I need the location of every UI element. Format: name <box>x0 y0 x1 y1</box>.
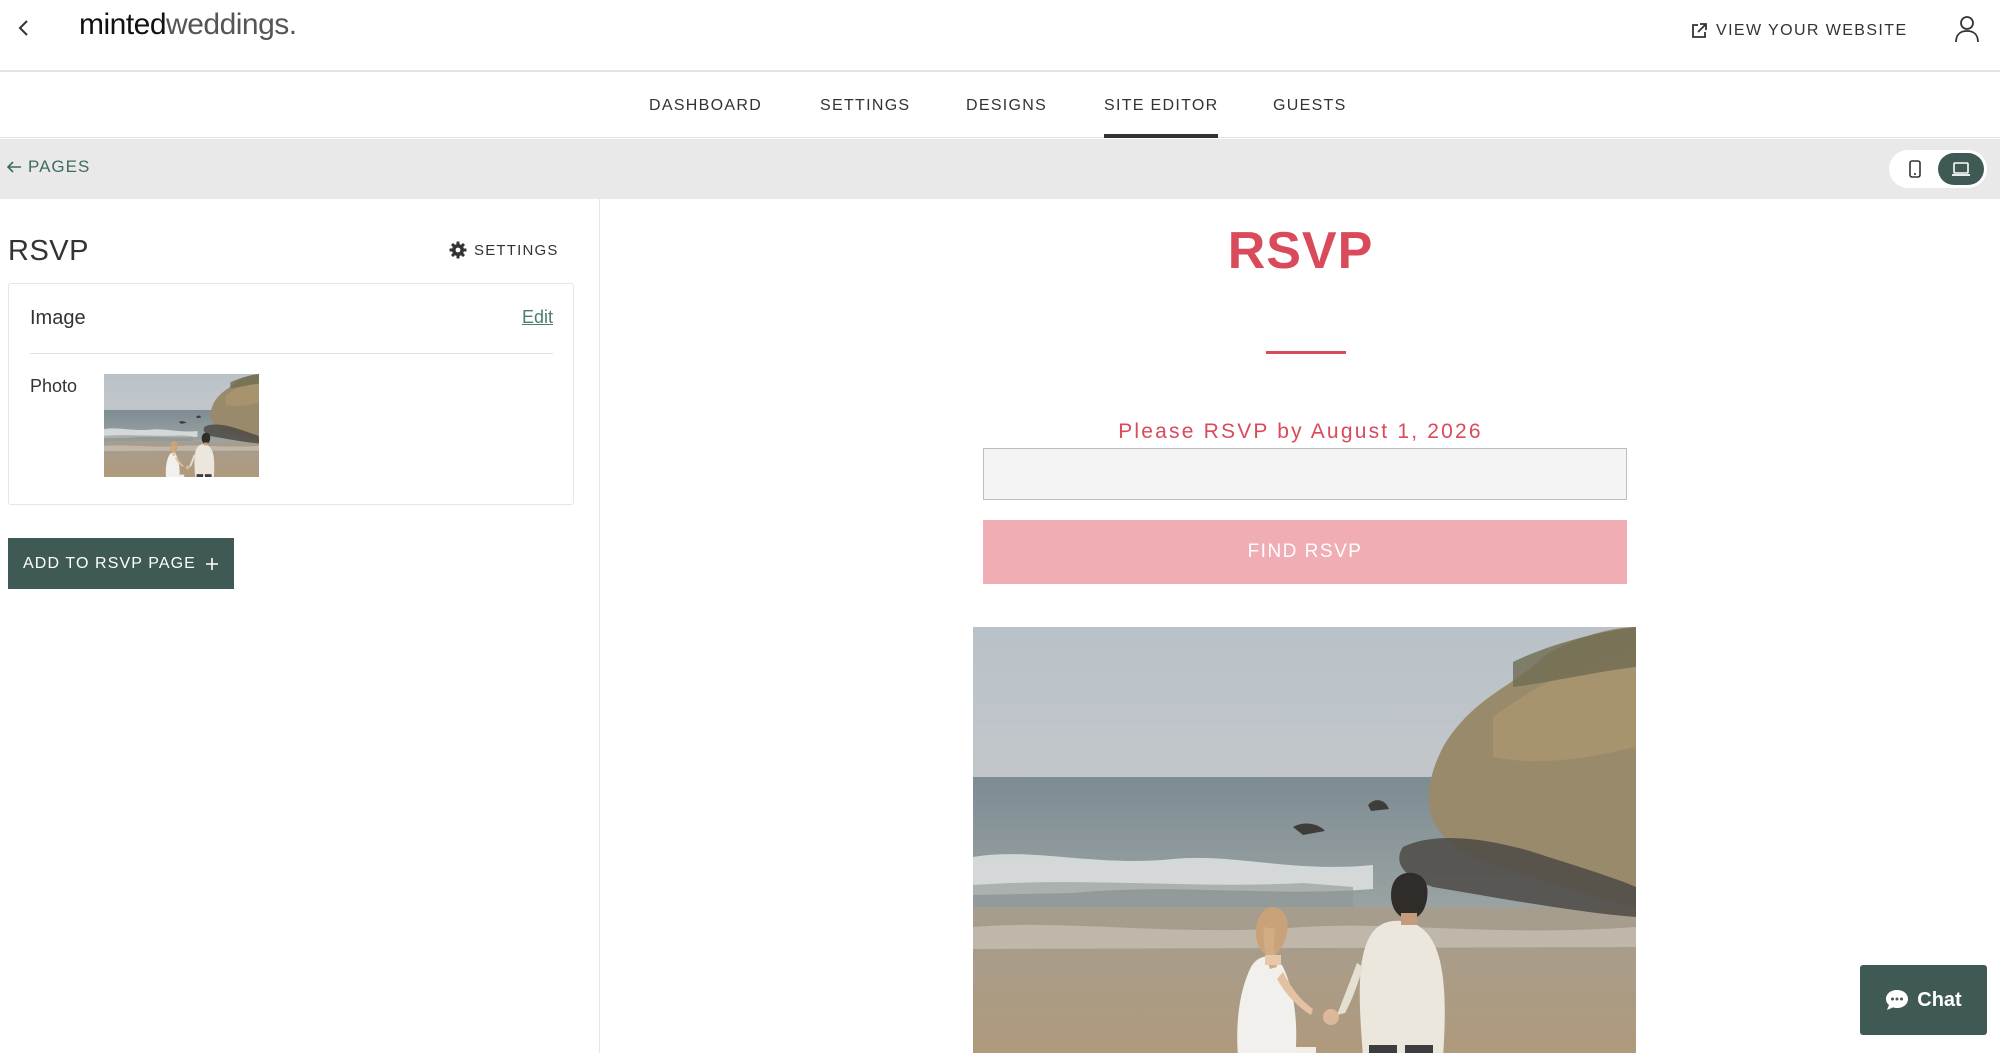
site-preview: RSVP Please RSVP by August 1, 2026 FIND … <box>601 199 2000 1053</box>
mobile-phone-icon <box>1909 160 1921 178</box>
add-to-rsvp-page-label: ADD TO RSVP PAGE <box>23 554 196 572</box>
logo-light-text: weddings. <box>166 8 297 41</box>
top-header: mintedweddings. VIEW YOUR WEBSITE <box>0 0 2000 72</box>
account-button[interactable] <box>1950 12 1984 46</box>
beach-couple-photo <box>973 627 1636 1053</box>
photo-thumbnail[interactable] <box>104 374 259 477</box>
page-title: RSVP <box>8 235 89 267</box>
tab-settings[interactable]: SETTINGS <box>820 74 910 138</box>
external-link-icon <box>1692 23 1707 38</box>
tab-site-editor[interactable]: SITE EDITOR <box>1104 74 1219 138</box>
rsvp-name-input[interactable] <box>983 448 1627 500</box>
tab-guests[interactable]: GUESTS <box>1273 74 1347 138</box>
pages-bar: PAGES <box>0 139 2000 199</box>
tab-designs[interactable]: DESIGNS <box>966 74 1047 138</box>
back-to-pages-link[interactable]: PAGES <box>6 157 90 177</box>
rsvp-deadline-text: Please RSVP by August 1, 2026 <box>1118 420 1483 443</box>
find-rsvp-button[interactable]: FIND RSVP <box>983 520 1627 584</box>
page-settings-label: SETTINGS <box>474 241 559 259</box>
chevron-left-icon <box>18 20 28 36</box>
add-to-rsvp-page-button[interactable]: ADD TO RSVP PAGE <box>8 538 234 589</box>
mobile-preview-button[interactable] <box>1892 153 1938 185</box>
editor-panel: RSVP SETTINGS Image Edit Photo ADD TO RS… <box>0 199 600 1053</box>
logo-bold-text: minted <box>79 8 167 41</box>
laptop-icon <box>1952 162 1970 176</box>
rsvp-hero-photo <box>973 627 1636 1053</box>
page-settings-button[interactable]: SETTINGS <box>449 241 559 259</box>
image-section-title: Image <box>30 307 86 329</box>
pages-label: PAGES <box>28 157 91 176</box>
view-your-website-label: VIEW YOUR WEBSITE <box>1716 22 1908 39</box>
image-section-card: Image Edit Photo <box>8 283 574 505</box>
plus-icon <box>205 557 218 570</box>
card-divider <box>30 353 553 354</box>
edit-image-link[interactable]: Edit <box>522 307 553 328</box>
desktop-preview-button[interactable] <box>1938 153 1984 185</box>
chat-bubble-icon <box>1886 990 1909 1010</box>
user-icon <box>1955 16 1979 43</box>
tab-dashboard[interactable]: DASHBOARD <box>649 74 762 138</box>
chat-button[interactable]: Chat <box>1860 965 1987 1035</box>
heading-divider <box>1266 351 1346 354</box>
beach-couple-thumbnail-image <box>104 374 259 477</box>
minted-weddings-logo[interactable]: mintedweddings. <box>79 8 297 42</box>
chat-label: Chat <box>1917 988 1962 1011</box>
view-your-website-link[interactable]: VIEW YOUR WEBSITE <box>1690 19 1908 43</box>
rsvp-heading: RSVP <box>1227 222 1374 280</box>
photo-label: Photo <box>30 376 78 396</box>
device-preview-toggle <box>1889 150 1987 188</box>
back-button[interactable] <box>10 12 38 44</box>
gear-icon <box>449 241 467 259</box>
arrow-left-icon <box>6 161 21 173</box>
main-nav: DASHBOARD SETTINGS DESIGNS SITE EDITOR G… <box>0 74 2000 138</box>
